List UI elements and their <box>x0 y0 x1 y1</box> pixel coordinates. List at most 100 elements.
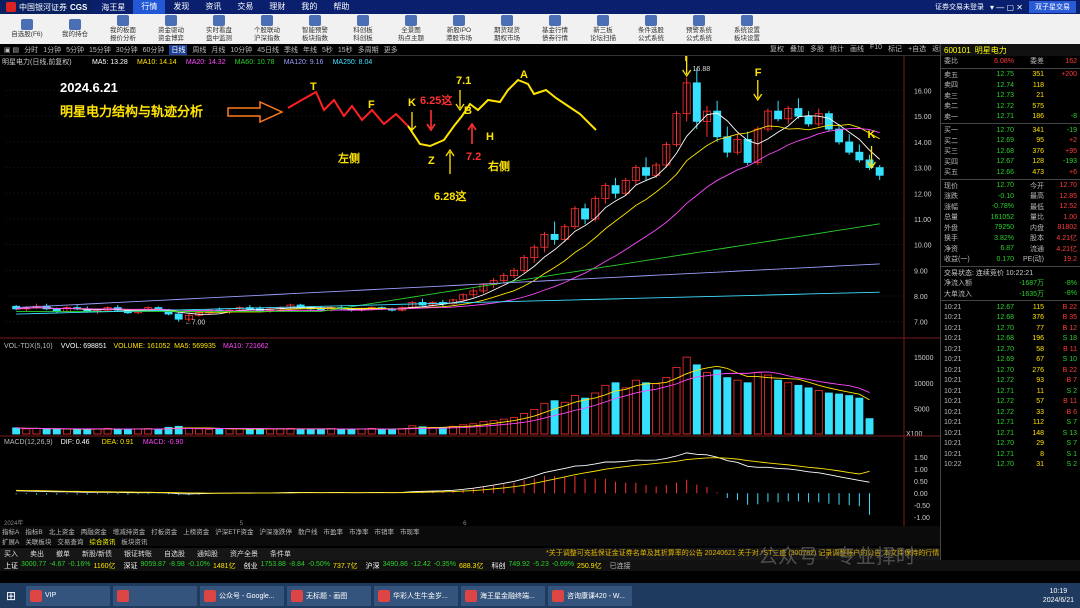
period-7[interactable]: 周线 <box>192 45 206 55</box>
toolbar-button-9[interactable]: 新股IPO 港股市场 <box>436 15 482 43</box>
toolbar-button-7[interactable]: 科创板 科创板 <box>340 15 386 43</box>
indicator-tab-4[interactable]: 增减持资金 <box>113 526 146 536</box>
period-12[interactable]: 年线 <box>303 45 317 55</box>
taskbar-app-5[interactable]: 海王星金融终端... <box>461 585 545 606</box>
period-9[interactable]: 10分钟 <box>230 45 252 55</box>
period-6[interactable]: 日线 <box>169 44 188 55</box>
period-15[interactable]: 多周期 <box>358 45 379 55</box>
chart-tool-2[interactable]: 多股 <box>810 44 824 54</box>
period-4[interactable]: 30分钟 <box>116 45 138 55</box>
chart-tool-5[interactable]: F10 <box>870 44 882 54</box>
toolbar-sublabel-7: 科创板 <box>353 35 373 42</box>
extension-tab-0[interactable]: 扩展A <box>2 536 19 546</box>
indicator-tab-7[interactable]: 沪深ETF资金 <box>215 526 253 536</box>
taskbar-app-0[interactable]: VIP <box>26 585 110 606</box>
chart-tool-6[interactable]: 标记 <box>888 44 902 54</box>
chart-tool-1[interactable]: 叠加 <box>790 44 804 54</box>
chart-tool-0[interactable]: 复权 <box>770 44 784 54</box>
taskbar-app-1[interactable] <box>113 585 197 606</box>
toolbar-button-3[interactable]: 资金驱动 资金博弈 <box>148 15 194 43</box>
toolbar-button-11[interactable]: 基金行情 债券行情 <box>532 15 578 43</box>
trade-action-0[interactable]: 买入 <box>4 549 18 559</box>
period-11[interactable]: 季线 <box>284 45 298 55</box>
volume-bar-25 <box>266 428 275 435</box>
chart-tool-4[interactable]: 画线 <box>850 44 864 54</box>
info-row-3-col2: 量比 <box>1030 214 1044 222</box>
period-13[interactable]: 5秒 <box>322 45 333 55</box>
kline-chart[interactable]: 明星电力(日线,前复权) MA5: 13.28 MA10: 14.14 MA20: 1… <box>0 56 940 526</box>
indicator-tab-10[interactable]: 市盈率 <box>323 526 343 536</box>
extension-tab-1[interactable]: 关联板块 <box>25 536 51 546</box>
label-B: B <box>464 105 472 117</box>
trade-action-2[interactable]: 撤单 <box>56 549 70 559</box>
trade-action-8[interactable]: 条件单 <box>270 549 291 559</box>
taskbar-app-4[interactable]: 华彩人生牛金岁... <box>374 585 458 606</box>
toolbar-button-12[interactable]: 新三板 论坛扫描 <box>580 15 626 43</box>
index-quote-1[interactable]: 深证 9059.87 -8.98 -0.10% 1481亿 <box>124 561 236 571</box>
menu-item-0[interactable]: 行情 <box>133 0 166 14</box>
period-3[interactable]: 15分钟 <box>89 45 111 55</box>
indicator-tab-2[interactable]: 北上资金 <box>49 526 75 536</box>
chart-tool-7[interactable]: +自选 <box>908 44 926 54</box>
period-8[interactable]: 月线 <box>211 45 225 55</box>
toolbar-button-5[interactable]: 个股联动 沪深指数 <box>244 15 290 43</box>
period-10[interactable]: 45日线 <box>257 45 279 55</box>
menu-item-3[interactable]: 交易 <box>229 0 261 14</box>
extension-tab-4[interactable]: 板块资讯 <box>121 536 147 546</box>
menu-item-6[interactable]: 帮助 <box>325 0 357 14</box>
period-1[interactable]: 1分钟 <box>43 45 61 55</box>
menu-item-2[interactable]: 资讯 <box>197 0 229 14</box>
ask-row-3-col1: 12.72 <box>996 102 1014 110</box>
toolbar-button-2[interactable]: 我的板面 报价分析 <box>100 15 146 43</box>
taskbar-app-3[interactable]: 无标题 - 画图 <box>287 585 371 606</box>
toolbar-button-13[interactable]: 条件选股 公式系统 <box>628 15 674 43</box>
taskbar-app-6[interactable]: 咨询康课420 - W... <box>548 585 632 606</box>
trade-action-7[interactable]: 资产全景 <box>230 549 258 559</box>
trade-action-6[interactable]: 通知股 <box>197 549 218 559</box>
indicator-tab-11[interactable]: 市净率 <box>349 526 369 536</box>
extension-tab-3[interactable]: 综合资讯 <box>89 536 115 546</box>
login-hint[interactable]: 证券交易未登录 <box>935 2 984 12</box>
system-clock[interactable]: 10:19 2024/6/21 <box>1043 587 1080 605</box>
indicator-tab-5[interactable]: 打板资金 <box>151 526 177 536</box>
toolbar-button-8[interactable]: 全景图 热点主题 <box>388 15 434 43</box>
trade-action-4[interactable]: 银证转账 <box>124 549 152 559</box>
window-controls[interactable]: ▾ — ▢ ✕ <box>990 3 1023 12</box>
trade-action-1[interactable]: 卖出 <box>30 549 44 559</box>
toolbar-button-10[interactable]: 期货现货 期权市场 <box>484 15 530 43</box>
indicator-tab-0[interactable]: 指标A <box>2 526 19 536</box>
login-button[interactable]: 双子星交易 <box>1029 1 1076 13</box>
toolbar-button-6[interactable]: 智能预警 板块指数 <box>292 15 338 43</box>
index-quote-4[interactable]: 科创 749.92 -5.23 -0.69% 250.9亿 <box>491 561 601 571</box>
menu-item-5[interactable]: 我的 <box>293 0 325 14</box>
indicator-tab-3[interactable]: 两融资金 <box>81 526 107 536</box>
extension-tab-2[interactable]: 交易查询 <box>57 536 83 546</box>
indicator-tab-12[interactable]: 市销率 <box>374 526 394 536</box>
period-2[interactable]: 5分钟 <box>66 45 84 55</box>
indicator-tab-13[interactable]: 市现率 <box>400 526 420 536</box>
toolbar-button-1[interactable]: 我的持仓 <box>52 15 98 43</box>
taskbar-app-2[interactable]: 公众号 - Google... <box>200 585 284 606</box>
toolbar-button-15[interactable]: 系统设置 板块设置 <box>724 15 770 43</box>
toolbar-button-14[interactable]: 预警系统 公式系统 <box>676 15 722 43</box>
period-16[interactable]: 更多 <box>384 45 398 55</box>
trade-action-5[interactable]: 自选股 <box>164 549 185 559</box>
menu-item-4[interactable]: 理财 <box>261 0 293 14</box>
indicator-tab-8[interactable]: 沪深涨跌停 <box>259 526 292 536</box>
toolbar-button-4[interactable]: 实时看盘 盘中监测 <box>196 15 242 43</box>
chart-tool-3[interactable]: 统计 <box>830 44 844 54</box>
period-5[interactable]: 60分钟 <box>143 45 165 55</box>
toolbar-button-0[interactable]: 自选股(F6) <box>4 15 50 43</box>
index-quote-3[interactable]: 沪深 3490.86 -12.42 -0.35% 688.3亿 <box>366 561 484 571</box>
period-14[interactable]: 15秒 <box>338 45 353 55</box>
trade-action-3[interactable]: 新股/新债 <box>82 549 112 559</box>
index-quote-2[interactable]: 创业 1753.88 -8.84 -0.50% 737.7亿 <box>244 561 358 571</box>
indicator-tab-1[interactable]: 指标B <box>25 526 42 536</box>
index-quote-0[interactable]: 上证 3000.77 -4.67 -0.16% 1160亿 <box>4 561 116 571</box>
indicator-tab-9[interactable]: 散户线 <box>298 526 318 536</box>
period-0[interactable]: 分时 <box>24 45 38 55</box>
menu-item-1[interactable]: 发现 <box>165 0 197 14</box>
start-icon[interactable]: ⊞ <box>0 586 22 606</box>
info-row-2-col2: 最低 <box>1030 203 1044 211</box>
indicator-tab-6[interactable]: 上榜资金 <box>183 526 209 536</box>
